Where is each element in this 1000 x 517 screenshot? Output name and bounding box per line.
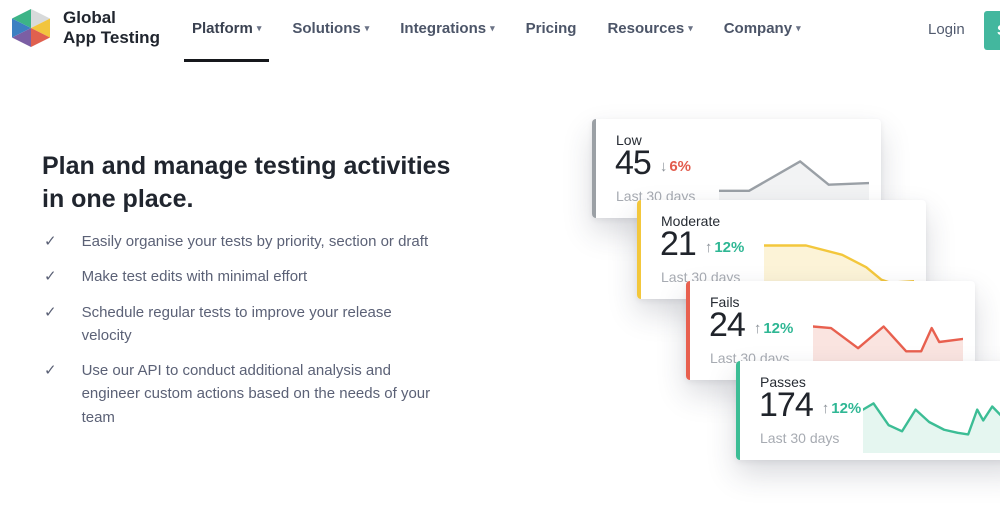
nav-item-label: Pricing — [526, 20, 577, 37]
arrow-up-icon: ↑ — [705, 239, 713, 256]
card-value-row: 21 ↑12% — [660, 227, 744, 261]
nav-item-resources[interactable]: Resources ▾ — [607, 20, 692, 37]
chevron-down-icon: ▾ — [688, 23, 693, 33]
chevron-down-icon: ▾ — [365, 23, 370, 33]
chevron-down-icon: ▾ — [257, 23, 262, 33]
page-title: Plan and manage testing activities in on… — [42, 150, 472, 216]
card-period: Last 30 days — [760, 430, 839, 446]
arrow-down-icon: ↓ — [660, 158, 668, 175]
card-value-row: 174 ↑12% — [759, 388, 861, 422]
sparkline-fill — [863, 403, 1000, 453]
card-accent-bar — [686, 281, 690, 380]
nav-item-company[interactable]: Company ▾ — [724, 20, 801, 37]
card-value-row: 24 ↑12% — [709, 308, 793, 342]
arrow-up-icon: ↑ — [754, 320, 762, 337]
nav-item-platform[interactable]: Platform ▾ — [192, 20, 261, 37]
stat-card-passes: Passes 174 ↑12% Last 30 days — [736, 361, 1000, 460]
check-icon: ✓ — [44, 359, 57, 429]
delta-percent: 6% — [669, 158, 691, 175]
page: Global App Testing Platform ▾ Solutions ▾ … — [0, 0, 1000, 517]
check-icon: ✓ — [44, 230, 57, 253]
feature-item: ✓ Use our API to conduct additional analy… — [44, 359, 464, 429]
delta-percent: 12% — [831, 400, 861, 417]
nav-item-solutions[interactable]: Solutions ▾ — [292, 20, 369, 37]
card-delta: ↓6% — [660, 158, 691, 175]
chevron-down-icon: ▾ — [490, 23, 495, 33]
check-icon: ✓ — [44, 301, 57, 348]
logo[interactable]: Global App Testing — [8, 7, 160, 49]
card-value: 45 — [615, 146, 651, 180]
nav-item-pricing[interactable]: Pricing▾ — [526, 20, 577, 37]
feature-item: ✓ Make test edits with minimal effort — [44, 265, 464, 288]
sparkline-passes — [863, 391, 1000, 453]
card-value-row: 45 ↓6% — [615, 146, 691, 180]
nav-item-label: Company — [724, 20, 792, 37]
card-delta: ↑12% — [754, 320, 794, 337]
card-delta: ↑12% — [705, 239, 745, 256]
login-link[interactable]: Login — [928, 21, 965, 38]
feature-list: ✓ Easily organise your tests by priority,… — [44, 230, 464, 441]
card-accent-bar — [637, 200, 641, 299]
logo-text: Global App Testing — [63, 8, 160, 48]
feature-item: ✓ Easily organise your tests by priority,… — [44, 230, 464, 253]
card-value: 21 — [660, 227, 696, 261]
feature-text: Make test edits with minimal effort — [82, 265, 308, 288]
signup-button[interactable]: S — [984, 11, 1000, 50]
delta-percent: 12% — [763, 320, 793, 337]
feature-item: ✓ Schedule regular tests to improve your … — [44, 301, 464, 348]
card-delta: ↑12% — [822, 400, 862, 417]
main-nav: Platform ▾ Solutions ▾ Integrations ▾ Prici… — [192, 20, 801, 37]
nav-item-label: Platform — [192, 20, 253, 37]
feature-text: Easily organise your tests by priority, … — [82, 230, 429, 253]
nav-item-label: Resources — [607, 20, 684, 37]
check-icon: ✓ — [44, 265, 57, 288]
card-value: 24 — [709, 308, 745, 342]
feature-text: Schedule regular tests to improve your r… — [82, 301, 440, 348]
card-accent-bar — [592, 119, 596, 218]
logo-text-line1: Global — [63, 8, 160, 28]
nav-item-label: Integrations — [400, 20, 486, 37]
chevron-down-icon: ▾ — [796, 23, 801, 33]
logo-hexagon-icon — [8, 7, 54, 49]
card-accent-bar — [736, 361, 740, 460]
arrow-up-icon: ↑ — [822, 400, 830, 417]
nav-item-label: Solutions — [292, 20, 360, 37]
logo-text-line2: App Testing — [63, 28, 160, 48]
card-value: 174 — [759, 388, 813, 422]
nav-item-integrations[interactable]: Integrations ▾ — [400, 20, 494, 37]
delta-percent: 12% — [714, 239, 744, 256]
feature-text: Use our API to conduct additional analys… — [82, 359, 440, 429]
